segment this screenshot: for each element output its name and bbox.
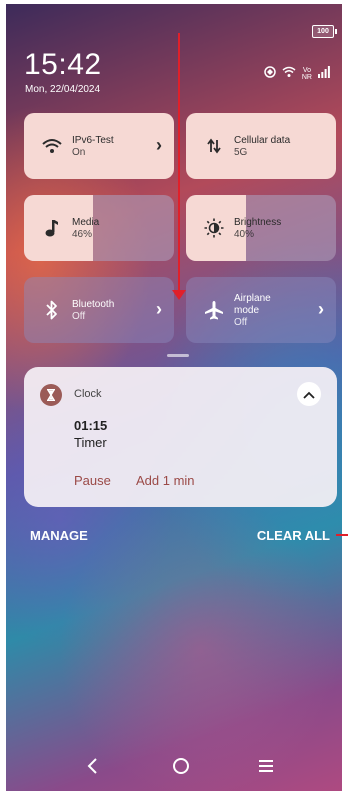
navigation-bar bbox=[0, 757, 348, 781]
brightness-title: Brightness bbox=[234, 217, 282, 228]
tile-wifi-title: IPv6-Test bbox=[72, 135, 114, 146]
tile-airplane-title-1: Airplane bbox=[234, 293, 271, 304]
notification-app-name: Clock bbox=[74, 388, 102, 400]
clock-time[interactable]: 15:42 bbox=[24, 48, 102, 82]
airplane-icon bbox=[204, 300, 224, 320]
hourglass-icon bbox=[40, 384, 62, 406]
brightness-slider[interactable]: Brightness 40% bbox=[186, 195, 336, 261]
tile-bluetooth[interactable]: Bluetooth Off › bbox=[24, 277, 174, 343]
tile-bluetooth-title: Bluetooth bbox=[72, 299, 115, 310]
manage-button[interactable]: MANAGE bbox=[30, 528, 88, 543]
tile-cellular-data[interactable]: Cellular data 5G bbox=[186, 113, 336, 179]
date-label[interactable]: Mon, 22/04/2024 bbox=[25, 84, 100, 95]
drag-handle[interactable] bbox=[167, 354, 189, 357]
nfc-icon bbox=[264, 66, 276, 81]
volte-bottom: NR bbox=[301, 73, 312, 81]
chevron-right-icon[interactable]: › bbox=[318, 299, 324, 320]
media-title: Media bbox=[72, 217, 100, 228]
wifi-icon bbox=[282, 66, 296, 81]
tile-wifi-state: On bbox=[72, 147, 86, 158]
media-value: 46% bbox=[72, 229, 93, 240]
chevron-right-icon[interactable]: › bbox=[156, 135, 162, 156]
clock-notification[interactable]: Clock 01:15 Timer Pause Add 1 min bbox=[24, 367, 337, 507]
tile-wifi[interactable]: IPv6-Test On › bbox=[24, 113, 174, 179]
bluetooth-icon bbox=[42, 300, 62, 320]
music-note-icon bbox=[42, 218, 62, 238]
data-transfer-icon bbox=[204, 136, 224, 156]
tile-airplane-title-2: mode bbox=[234, 305, 260, 316]
media-volume-slider[interactable]: Media 46% bbox=[24, 195, 174, 261]
volte-top: Vo bbox=[302, 66, 312, 74]
chevron-up-icon bbox=[303, 387, 315, 402]
brightness-icon bbox=[204, 218, 224, 238]
collapse-button[interactable] bbox=[297, 382, 321, 406]
tile-airplane-mode[interactable]: Airplane mode Off › bbox=[186, 277, 336, 343]
annotation-mark bbox=[336, 534, 348, 536]
tile-bluetooth-state: Off bbox=[72, 311, 86, 322]
wifi-icon bbox=[42, 136, 62, 156]
add-one-minute-button[interactable]: Add 1 min bbox=[136, 473, 195, 488]
tile-cellular-title: Cellular data bbox=[234, 135, 291, 146]
back-icon[interactable] bbox=[86, 757, 98, 781]
chevron-right-icon[interactable]: › bbox=[156, 299, 162, 320]
home-icon[interactable] bbox=[172, 757, 190, 781]
pause-button[interactable]: Pause bbox=[74, 473, 111, 488]
brightness-value: 40% bbox=[234, 229, 255, 240]
clear-all-button[interactable]: CLEAR ALL bbox=[257, 528, 330, 543]
battery-level: 100 bbox=[317, 28, 329, 35]
battery-icon: 100 bbox=[312, 25, 337, 38]
timer-label: Timer bbox=[74, 435, 107, 450]
timer-remaining: 01:15 bbox=[74, 418, 108, 433]
annotation-arrow-line bbox=[178, 33, 180, 295]
annotation-arrow-head bbox=[172, 290, 186, 300]
recents-icon[interactable] bbox=[258, 757, 274, 781]
status-icons: Vo NR bbox=[264, 66, 330, 81]
tile-cellular-state: 5G bbox=[234, 147, 248, 158]
tile-airplane-state: Off bbox=[234, 317, 248, 328]
volte-icon: Vo NR bbox=[302, 67, 312, 81]
signal-icon bbox=[318, 66, 330, 81]
